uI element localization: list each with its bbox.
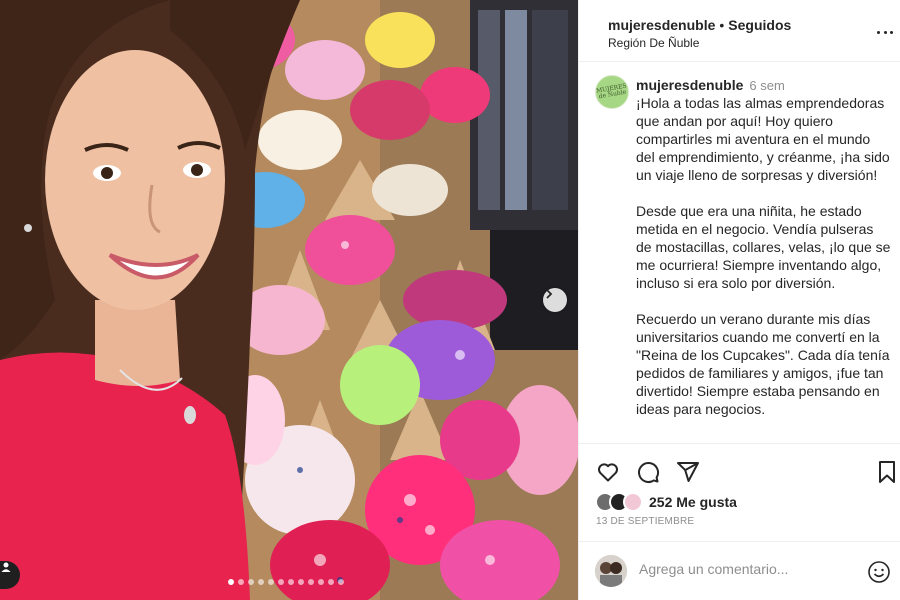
carousel-dot: [288, 579, 294, 585]
chevron-right-icon: [546, 289, 553, 299]
author-avatar[interactable]: MUJERES de Ñuble: [595, 75, 629, 109]
post-header: mujeresdenuble • Seguidos Región De Ñuble: [579, 0, 900, 62]
carousel-dot: [328, 579, 334, 585]
heart-icon[interactable]: [596, 460, 620, 484]
comment-bar: [579, 541, 900, 600]
carousel-dot: [248, 579, 254, 585]
carousel-dot: [268, 579, 274, 585]
caption-paragraph: Desde que era una niñita, he estado meti…: [636, 203, 891, 291]
more-options-icon[interactable]: [877, 24, 893, 40]
post-location[interactable]: Región De Ñuble: [608, 36, 699, 50]
carousel-dot: [258, 579, 264, 585]
emoji-icon[interactable]: [867, 560, 891, 584]
post-actions: [579, 444, 900, 492]
header-username[interactable]: mujeresdenuble: [608, 17, 715, 33]
post-caption: MUJERES de Ñuble mujeresdenuble 6 sem ¡Ho…: [579, 62, 900, 444]
author-avatar-logo: MUJERES de Ñuble: [595, 82, 628, 101]
carousel-dot: [278, 579, 284, 585]
caption-paragraph: Recuerdo un verano durante mis días univ…: [636, 311, 890, 417]
caption-username[interactable]: mujeresdenuble: [636, 77, 743, 93]
person-tag-icon: [1, 562, 11, 572]
carousel-indicator: [228, 579, 344, 585]
caption-header: mujeresdenuble 6 sem: [636, 77, 785, 93]
viewer-avatar: [595, 555, 627, 587]
header-separator: •: [719, 17, 725, 33]
likes-count[interactable]: 252 Me gusta: [649, 494, 737, 510]
carousel-dot: [308, 579, 314, 585]
post-date[interactable]: 13 DE SEPTIEMBRE: [596, 516, 694, 527]
caption-text: ¡Hola a todas las almas emprendedoras qu…: [636, 94, 892, 436]
likes-row[interactable]: 252 Me gusta: [595, 490, 737, 514]
post-photo[interactable]: [0, 0, 578, 600]
carousel-dot: [318, 579, 324, 585]
share-icon[interactable]: [676, 460, 700, 484]
carousel-dot: [238, 579, 244, 585]
next-photo-button[interactable]: [543, 288, 567, 312]
caption-time[interactable]: 6 sem: [749, 78, 784, 93]
carousel-dot: [338, 579, 344, 585]
comment-input[interactable]: [639, 561, 859, 577]
carousel-dot: [298, 579, 304, 585]
bookmark-icon[interactable]: [875, 460, 899, 484]
viewer-avatar-photo: [595, 555, 627, 587]
caption-paragraph: ¡Hola a todas las almas emprendedoras qu…: [636, 95, 890, 183]
photo-illustration: [0, 0, 578, 600]
follow-status-button[interactable]: Seguidos: [728, 17, 791, 33]
post-side-panel: mujeresdenuble • Seguidos Región De Ñuble …: [578, 0, 900, 600]
header-line: mujeresdenuble • Seguidos: [608, 17, 791, 33]
liker-avatar: [623, 492, 643, 512]
comment-icon[interactable]: [636, 460, 660, 484]
carousel-dot: [228, 579, 234, 585]
